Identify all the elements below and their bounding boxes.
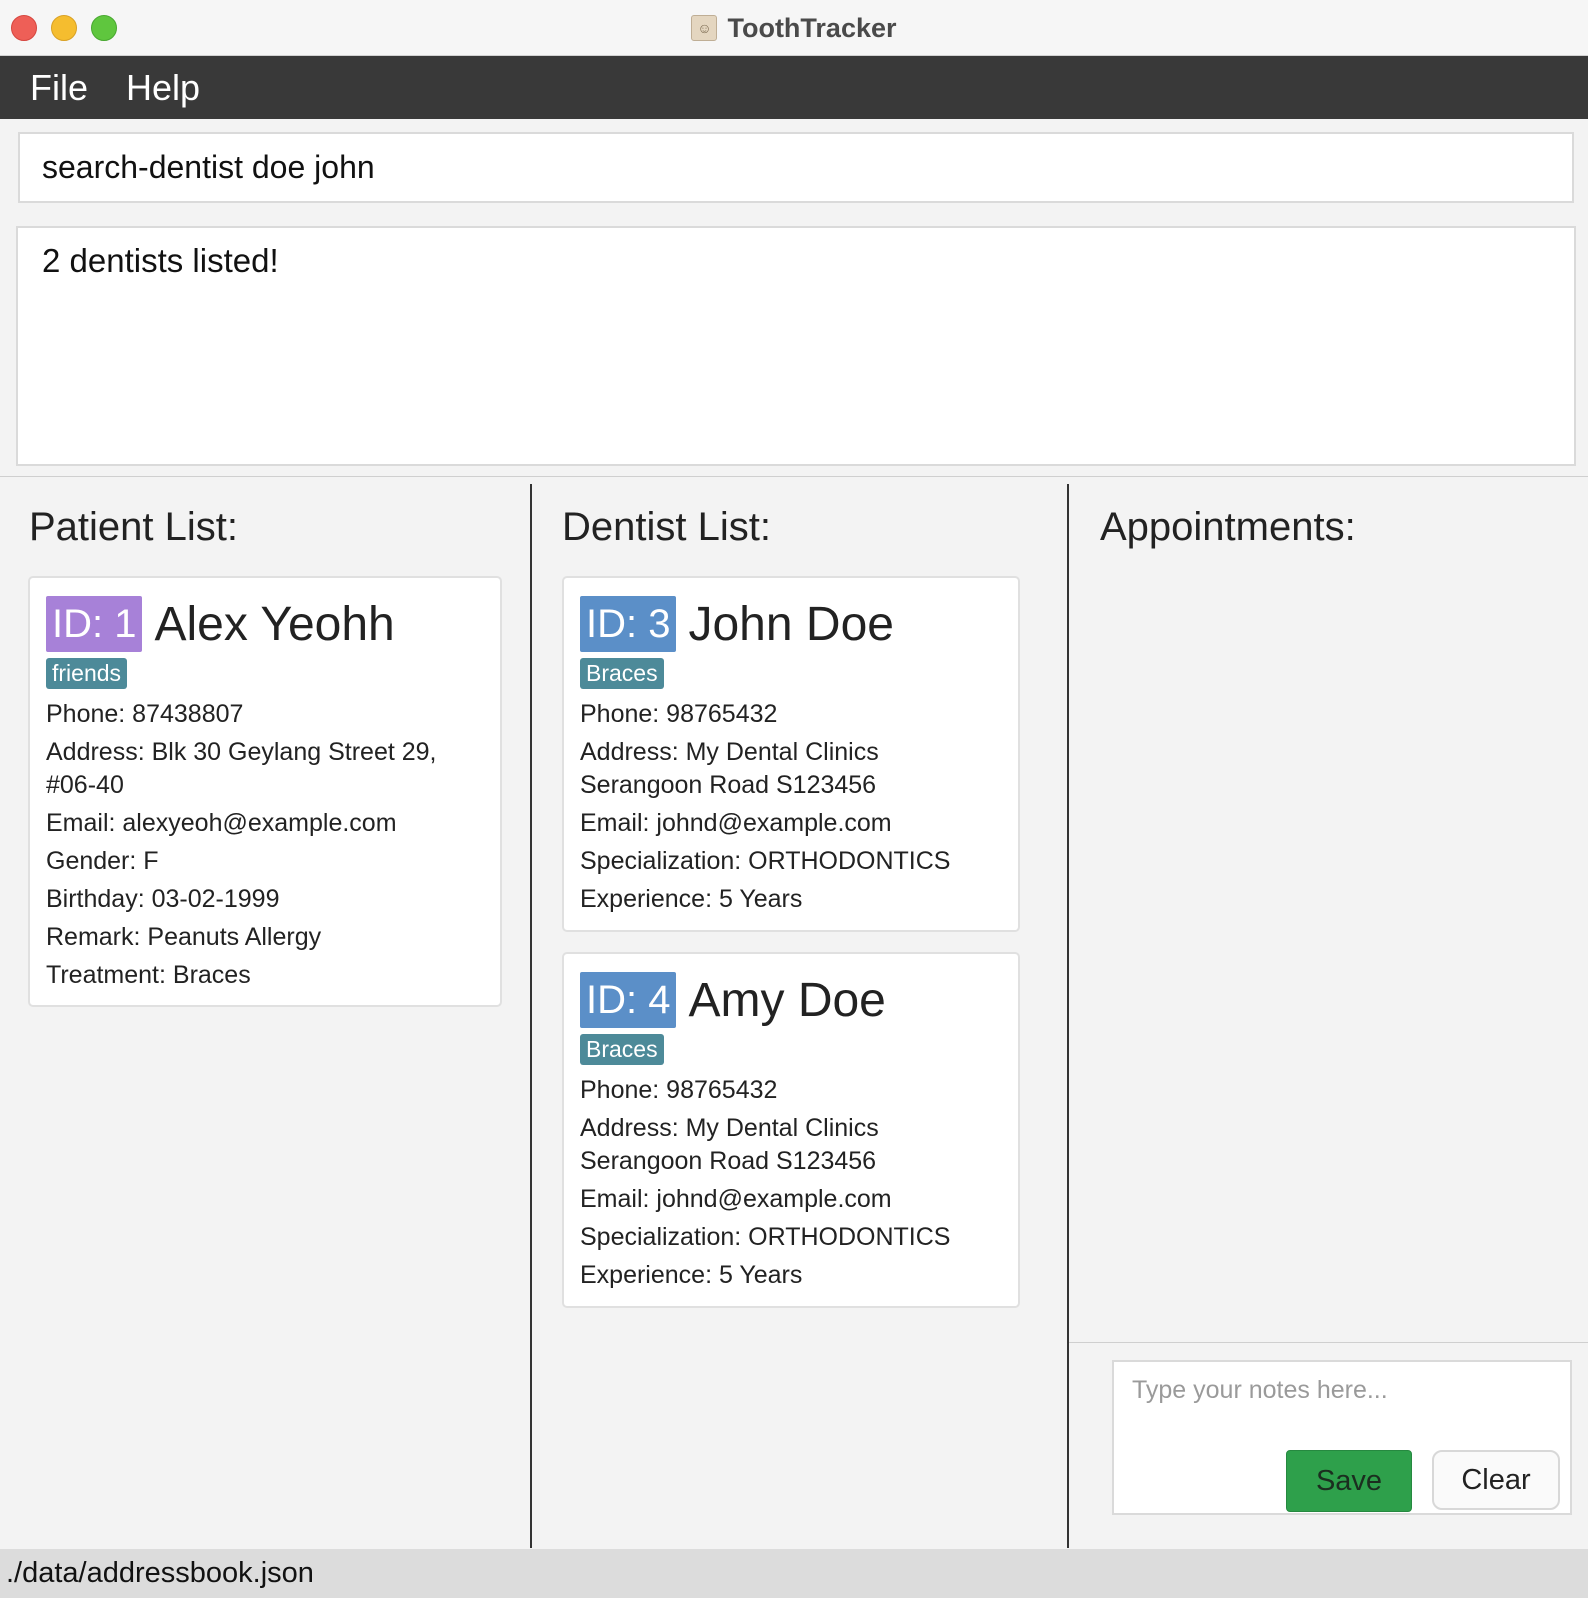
dentist-address: Address: My Dental Clinics Serangoon Roa… [580,738,879,799]
command-box [18,132,1574,203]
section-divider [0,476,1588,477]
window-title-group: ☺ ToothTracker [0,0,1588,56]
patient-address: Address: Blk 30 Geylang Street 29, #06-4… [46,738,437,799]
dentist-tag: Braces [580,658,664,689]
patient-card[interactable]: ID: 1 Alex Yeohh friends Phone: 87438807… [28,576,502,1007]
dentist-specialization: Specialization: ORTHODONTICS [580,847,951,875]
menu-help[interactable]: Help [126,67,200,109]
patient-name: Alex Yeohh [154,597,395,651]
dentist-card[interactable]: ID: 4 Amy Doe Braces Phone: 98765432 Add… [562,952,1020,1308]
dentist-phone: Phone: 98765432 [580,700,778,728]
notes-divider [1069,1342,1588,1343]
dentist-name: John Doe [688,597,894,651]
dentist-card-header: ID: 3 John Doe [580,596,1002,652]
patient-list-title: Patient List: [29,505,239,549]
window-title: ToothTracker [727,12,897,43]
patient-gender: Gender: F [46,847,159,875]
column-divider-left[interactable] [530,484,532,1548]
dentist-email: Email: johnd@example.com [580,1185,892,1213]
notes-panel: Save Clear [1112,1360,1572,1515]
patient-remark: Remark: Peanuts Allergy [46,923,322,951]
patient-treatment: Treatment: Braces [46,961,251,989]
dentist-address: Address: My Dental Clinics Serangoon Roa… [580,1114,879,1175]
dentist-name: Amy Doe [688,973,886,1027]
dentist-experience: Experience: 5 Years [580,1261,803,1289]
menu-bar: File Help [0,56,1588,119]
patient-birthday: Birthday: 03-02-1999 [46,885,280,913]
dentist-card[interactable]: ID: 3 John Doe Braces Phone: 98765432 Ad… [562,576,1020,932]
patient-id-badge: ID: 1 [46,596,143,652]
clear-button[interactable]: Clear [1432,1450,1560,1510]
menu-file[interactable]: File [30,67,88,109]
patient-card-header: ID: 1 Alex Yeohh [46,596,484,652]
save-location-path: ./data/addressbook.json [6,1557,314,1589]
patient-phone: Phone: 87438807 [46,700,244,728]
column-divider-right[interactable] [1067,484,1069,1548]
window-titlebar: ☺ ToothTracker [0,0,1588,56]
result-display: 2 dentists listed! [16,226,1576,466]
patient-email: Email: alexyeoh@example.com [46,809,397,837]
patient-tag: friends [46,658,128,689]
address-book-icon: ☺ [691,15,718,41]
dentist-email: Email: johnd@example.com [580,809,892,837]
dentist-experience: Experience: 5 Years [580,885,803,913]
dentist-tag: Braces [580,1034,664,1065]
dentist-specialization: Specialization: ORTHODONTICS [580,1223,951,1251]
command-input[interactable] [42,149,1550,186]
dentist-phone: Phone: 98765432 [580,1076,778,1104]
dentist-id-badge: ID: 4 [580,972,677,1028]
appointments-title: Appointments: [1100,505,1356,549]
save-button[interactable]: Save [1286,1450,1412,1512]
dentist-list-title: Dentist List: [562,505,771,549]
status-bar: ./data/addressbook.json [0,1549,1588,1598]
notes-input[interactable] [1132,1376,1552,1405]
dentist-card-header: ID: 4 Amy Doe [580,972,1002,1028]
dentist-id-badge: ID: 3 [580,596,677,652]
result-message: 2 dentists listed! [42,242,279,279]
